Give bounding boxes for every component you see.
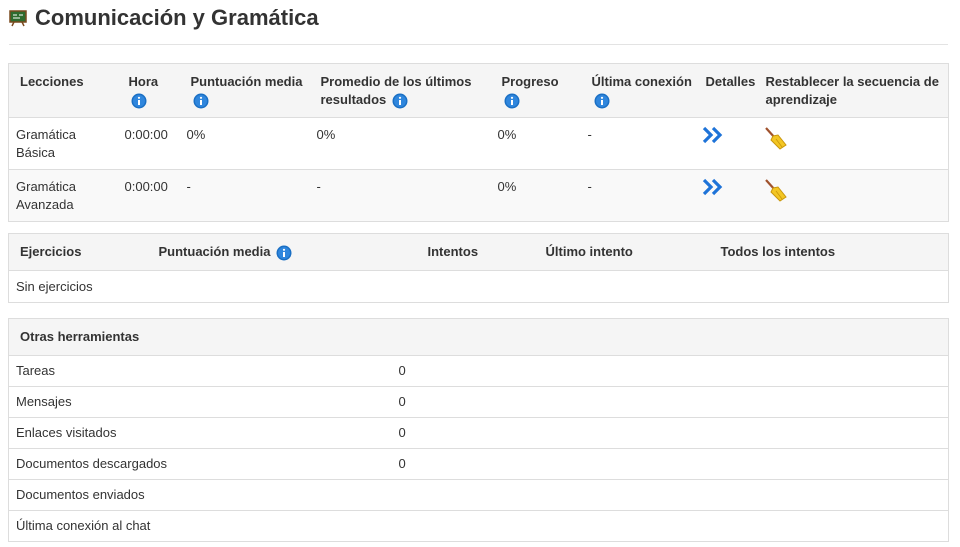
- lesson-name: Gramática Avanzada: [8, 169, 119, 222]
- lesson-avg-score: -: [184, 169, 311, 222]
- col-lessons-label: Lecciones: [20, 74, 84, 89]
- course-board-icon: [9, 10, 27, 27]
- tool-value: [391, 479, 949, 511]
- double-chevron-right-icon: [702, 126, 722, 144]
- table-row: Gramática Avanzada 0:00:00 - - 0% -: [8, 169, 949, 222]
- tool-label: Documentos descargados: [8, 448, 392, 480]
- lesson-reset-cell: [763, 169, 949, 222]
- tool-label: Mensajes: [8, 386, 392, 418]
- col-exercises: Ejercicios: [8, 233, 149, 271]
- lesson-time: 0:00:00: [118, 117, 185, 170]
- lesson-reset-cell: [763, 117, 949, 170]
- tools-header: Otras herramientas: [8, 318, 949, 356]
- lesson-time: 0:00:00: [118, 169, 185, 222]
- col-progress: Progreso: [491, 63, 582, 118]
- table-row: Gramática Básica 0:00:00 0% 0% 0% -: [8, 117, 949, 170]
- lesson-last-connection: -: [581, 117, 696, 170]
- tool-value: 0: [391, 386, 949, 418]
- lesson-avg-last: -: [310, 169, 492, 222]
- details-link[interactable]: [702, 178, 724, 201]
- table-row: Mensajes 0: [8, 386, 949, 418]
- col-details-label: Detalles: [705, 74, 756, 89]
- tool-value: [391, 510, 949, 542]
- col-time: Hora: [118, 63, 185, 118]
- lesson-progress: 0%: [491, 169, 582, 222]
- table-row: Tareas 0: [8, 355, 949, 387]
- col-all-attempts-label: Todos los intentos: [720, 244, 836, 259]
- col-reset: Restablecer la secuencia de aprendizaje: [763, 63, 949, 118]
- exercises-header-row: Ejercicios Puntuación media Intentos Últ…: [8, 233, 949, 271]
- tool-value: 0: [391, 417, 949, 449]
- col-attempts: Intentos: [417, 233, 536, 271]
- table-row: Última conexión al chat: [8, 510, 949, 542]
- details-link[interactable]: [702, 126, 724, 149]
- col-exercises-label: Ejercicios: [20, 244, 82, 259]
- tools-table: Otras herramientas Tareas 0 Mensajes 0 E…: [8, 318, 950, 542]
- lessons-header-row: Lecciones Hora Puntuación media Promedio…: [8, 63, 949, 118]
- col-avg-score-label: Puntuación media: [190, 74, 303, 89]
- lesson-details-cell: [695, 117, 764, 170]
- reset-link[interactable]: [764, 126, 788, 155]
- table-row: Documentos enviados: [8, 479, 949, 511]
- lesson-details-cell: [695, 169, 764, 222]
- table-row: Documentos descargados 0: [8, 448, 949, 480]
- col-last-attempt-label: Último intento: [545, 244, 633, 259]
- col-avg-last: Promedio de los últimos resultados: [310, 63, 492, 118]
- col-details: Detalles: [695, 63, 764, 118]
- page-header: Comunicación y Gramática: [9, 2, 319, 34]
- tool-value: 0: [391, 355, 949, 387]
- tool-label: Tareas: [8, 355, 392, 387]
- tool-value: 0: [391, 448, 949, 480]
- exercises-table: Ejercicios Puntuación media Intentos Últ…: [8, 233, 949, 303]
- double-chevron-right-icon: [702, 178, 722, 196]
- title-divider: [9, 44, 948, 45]
- lesson-avg-score: 0%: [184, 117, 311, 170]
- col-ex-avg-score: Puntuación media: [148, 233, 418, 271]
- col-ex-avg-score-label: Puntuación media: [158, 244, 271, 259]
- table-row: Enlaces visitados 0: [8, 417, 949, 449]
- col-progress-label: Progreso: [501, 74, 559, 89]
- info-icon[interactable]: [504, 93, 520, 109]
- tool-label: Última conexión al chat: [8, 510, 392, 542]
- info-icon[interactable]: [594, 93, 610, 109]
- reset-link[interactable]: [764, 178, 788, 207]
- col-all-attempts: Todos los intentos: [718, 233, 949, 271]
- col-last-attempt: Último intento: [535, 233, 719, 271]
- tool-label: Documentos enviados: [8, 479, 392, 511]
- lesson-last-connection: -: [581, 169, 696, 222]
- col-time-label: Hora: [128, 74, 159, 89]
- info-icon[interactable]: [193, 93, 209, 109]
- lesson-progress: 0%: [491, 117, 582, 170]
- col-avg-score: Puntuación media: [184, 63, 311, 118]
- lesson-name: Gramática Básica: [8, 117, 119, 170]
- col-reset-label: Restablecer la secuencia de aprendizaje: [765, 74, 939, 107]
- lessons-table: Lecciones Hora Puntuación media Promedio…: [8, 63, 949, 222]
- info-icon[interactable]: [276, 245, 292, 261]
- info-icon[interactable]: [392, 93, 408, 109]
- col-last-connection-label: Última conexión: [591, 74, 692, 89]
- col-lessons: Lecciones: [8, 63, 119, 118]
- tools-header-row: Otras herramientas: [8, 318, 949, 356]
- empty-message: Sin ejercicios: [8, 270, 949, 303]
- broom-icon: [764, 179, 787, 202]
- tool-label: Enlaces visitados: [8, 417, 392, 449]
- col-attempts-label: Intentos: [427, 244, 479, 259]
- tools-header-label: Otras herramientas: [20, 329, 140, 344]
- page-title: Comunicación y Gramática: [35, 5, 319, 30]
- lesson-avg-last: 0%: [310, 117, 492, 170]
- info-icon[interactable]: [131, 93, 147, 109]
- col-last-connection: Última conexión: [581, 63, 696, 118]
- broom-icon: [764, 127, 787, 150]
- table-row: Sin ejercicios: [8, 270, 949, 303]
